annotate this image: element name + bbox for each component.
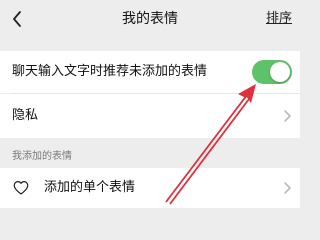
page-title: 我的表情 bbox=[122, 11, 178, 27]
heart-icon bbox=[13, 181, 29, 195]
nav-bar: 我的表情 排序 bbox=[0, 0, 300, 40]
recommend-setting-row: 聊天输入文字时推荐未添加的表情 bbox=[0, 51, 300, 93]
recommend-toggle[interactable] bbox=[252, 60, 292, 84]
chevron-right-icon bbox=[284, 182, 291, 194]
sort-button[interactable]: 排序 bbox=[266, 9, 292, 29]
list-item-label: 添加的单个表情 bbox=[44, 180, 136, 195]
privacy-row[interactable]: 隐私 bbox=[0, 94, 300, 138]
toggle-knob bbox=[270, 62, 290, 82]
list-item[interactable]: 添加的单个表情 bbox=[0, 168, 300, 208]
section-header: 我添加的表情 bbox=[12, 151, 72, 162]
chevron-right-icon bbox=[284, 110, 291, 122]
recommend-setting-label: 聊天输入文字时推荐未添加的表情 bbox=[12, 64, 208, 79]
privacy-label: 隐私 bbox=[12, 108, 39, 123]
